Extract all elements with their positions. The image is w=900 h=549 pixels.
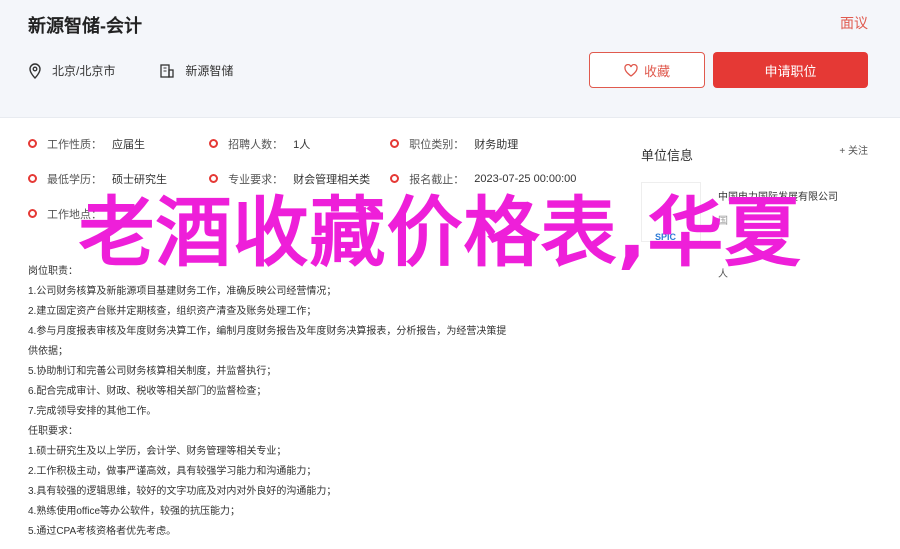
- job-header: 新源智储-会计 面议 北京/北京市 新源智储 收藏 申请职位: [0, 0, 900, 118]
- heart-icon: [624, 63, 638, 77]
- job-title: 新源智储-会计: [28, 16, 142, 36]
- bullet-icon: [390, 174, 400, 183]
- attribute-row: 工作性质： 应届生 招聘人数： 1人 职位类别： 财务助理: [28, 126, 608, 161]
- bullet-icon: [28, 139, 37, 148]
- job-description: 岗位职责： 1.公司财务核算及新能源项目基建财务工作，准确反映公司经营情况； 2…: [28, 262, 608, 542]
- description-line: 4.参与月度报表审核及年度财务决算工作，编制月度财务报告及年度财务决算报表，分析…: [28, 326, 507, 337]
- attribute-job-type: 工作性质： 应届生: [28, 136, 209, 152]
- job-meta: 北京/北京市 新源智储: [28, 62, 233, 79]
- location-meta: 北京/北京市: [28, 62, 115, 79]
- description-line: 4.熟练使用office等办公软件，较强的抗压能力；: [28, 506, 241, 517]
- bullet-icon: [28, 174, 37, 183]
- description-line: 6.配合完成审计、财政、税收等相关部门的监督检查；: [28, 386, 267, 397]
- company-text[interactable]: 新源智储: [185, 62, 233, 79]
- description-line: 2.工作积极主动，做事严谨高效，具有较强学习能力和沟通能力；: [28, 466, 317, 477]
- location-pin-icon: [29, 62, 41, 79]
- description-line: 1.硕士研究生及以上学历，会计学、财务管理等相关专业；: [28, 446, 287, 457]
- bullet-icon: [209, 139, 219, 148]
- attribute-category: 职位类别： 财务助理: [390, 136, 608, 152]
- attribute-major: 专业要求： 财会管理相关类: [209, 171, 390, 187]
- description-line: 5.通过CPA考核资格者优先考虑。: [28, 526, 177, 537]
- description-line: 5.协助制订和完善公司财务核算相关制度，并监督执行；: [28, 366, 277, 377]
- description-line: 3.具有较强的逻辑思维，较好的文字功底及对内对外良好的沟通能力；: [28, 486, 337, 497]
- company-info-title: 单位信息: [641, 148, 694, 163]
- company-meta[interactable]: 新源智储: [159, 62, 233, 79]
- description-line: 1.公司财务核算及新能源项目基建财务工作，准确反映公司经营情况；: [28, 286, 337, 297]
- follow-button[interactable]: + 关注: [839, 142, 868, 157]
- favorite-button[interactable]: 收藏: [589, 52, 705, 88]
- bullet-icon: [209, 174, 219, 183]
- location-text: 北京/北京市: [52, 64, 116, 78]
- overlay-watermark-text: 老酒收藏价格表,华夏: [78, 188, 802, 277]
- building-icon: [160, 63, 174, 78]
- attribute-headcount: 招聘人数： 1人: [209, 136, 390, 152]
- favorite-label: 收藏: [643, 63, 670, 79]
- attribute-deadline: 报名截止： 2023-07-25 00:00:00: [390, 171, 608, 187]
- salary-label: 面议: [840, 15, 868, 31]
- attribute-education: 最低学历： 硕士研究生: [28, 171, 209, 187]
- description-line: 2.建立固定资产台账并定期核查，组织资产清查及账务处理工作；: [28, 306, 317, 317]
- description-line: 供依据；: [28, 346, 68, 357]
- description-line: 7.完成领导安排的其他工作。: [28, 406, 157, 417]
- description-line: 任职要求：: [28, 426, 78, 437]
- bullet-icon: [390, 139, 400, 148]
- apply-button[interactable]: 申请职位: [713, 52, 868, 88]
